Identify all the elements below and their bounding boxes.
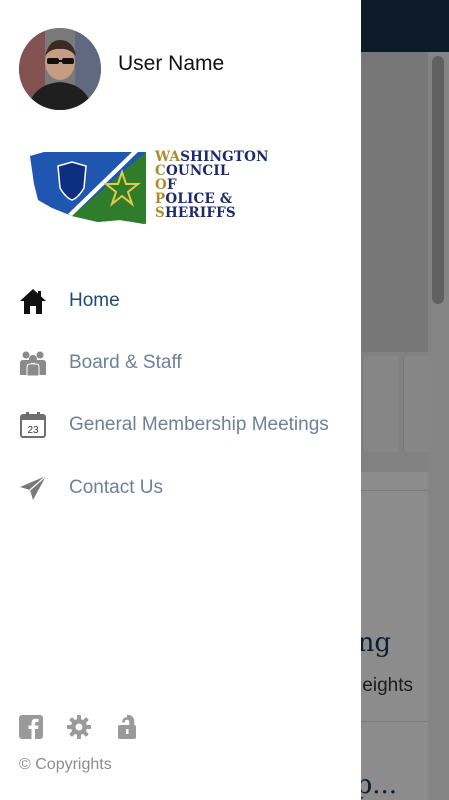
navigation-drawer: User Name WASHINGTON COUNCIL OF POLICE &…: [0, 0, 361, 800]
menu-label-general-membership-meetings: General Membership Meetings: [69, 414, 329, 435]
logo-line-4: POLICE &: [155, 191, 233, 207]
user-photo: [19, 28, 101, 110]
logo-line-5: SHERIFFS: [155, 205, 236, 221]
menu-label-home: Home: [69, 290, 120, 311]
copyright-text: © Copyrights: [19, 756, 112, 773]
menu-item-contact-us[interactable]: Contact Us: [0, 462, 361, 514]
menu-label-contact-us: Contact Us: [69, 477, 163, 498]
group-icon: [18, 348, 48, 378]
settings-icon[interactable]: [66, 714, 92, 740]
menu-label-board-staff: Board & Staff: [69, 352, 182, 373]
menu-item-home[interactable]: Home: [0, 275, 361, 327]
facebook-icon[interactable]: [18, 714, 44, 740]
avatar[interactable]: [19, 28, 101, 110]
calendar-icon: 23: [18, 410, 48, 440]
send-icon: [18, 473, 48, 503]
logo-line-2: COUNCIL: [155, 163, 230, 179]
menu-item-general-membership-meetings[interactable]: 23 General Membership Meetings: [0, 399, 361, 451]
logo-wordmark: WASHINGTON COUNCIL OF POLICE & SHERIFFS: [155, 150, 269, 220]
lock-icon[interactable]: [114, 714, 140, 740]
logo-line-1: WASHINGTON: [155, 149, 269, 165]
user-name: User Name: [118, 52, 225, 75]
home-icon: [18, 286, 48, 316]
logo-line-3: OF: [155, 177, 177, 193]
menu-item-board-staff[interactable]: Board & Staff: [0, 337, 361, 389]
logo-emblem: [30, 152, 146, 224]
calendar-day-number: 23: [27, 425, 39, 436]
